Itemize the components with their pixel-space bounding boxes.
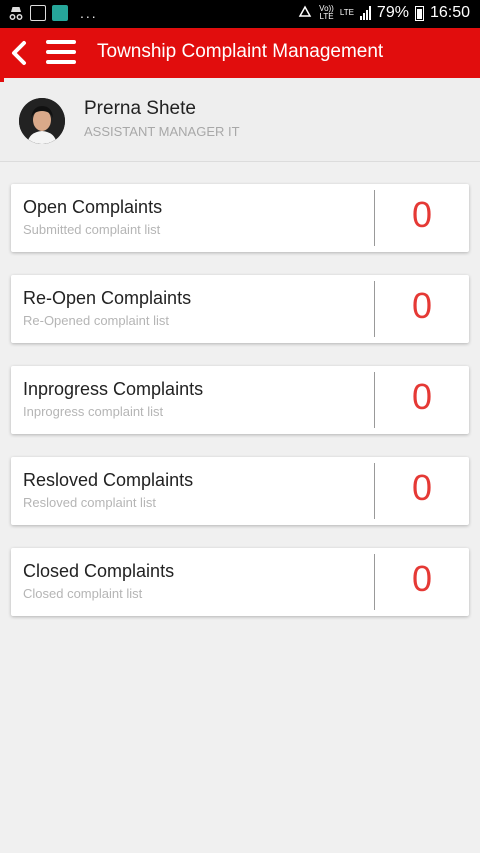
more-notifications-icon: ... [80, 5, 98, 21]
clock: 16:50 [429, 4, 470, 21]
incognito-icon [9, 7, 23, 20]
card-title: Re-Open Complaints [23, 288, 192, 308]
inprogress-complaints-card[interactable]: Inprogress Complaints Inprogress complai… [11, 366, 469, 434]
card-subtitle: Closed complaint list [23, 586, 143, 601]
battery-icon [414, 5, 424, 21]
user-name: Prerna Shete [84, 98, 196, 119]
card-title: Open Complaints [23, 197, 163, 217]
signal-icon [359, 6, 371, 20]
card-title: Closed Complaints [23, 561, 175, 581]
app-title: Township Complaint Management [97, 41, 384, 62]
complaint-count: 0 [411, 376, 433, 417]
app-notification-icon [30, 5, 46, 21]
complaint-count: 0 [411, 194, 433, 235]
avatar [19, 98, 65, 144]
resolved-complaints-card[interactable]: Resloved Complaints Resloved complaint l… [11, 457, 469, 525]
status-bar: ... Vo)) LTE LTE 79% 16:50 [0, 0, 480, 28]
card-title: Resloved Complaints [23, 470, 194, 490]
recycle-icon [298, 5, 312, 17]
closed-complaints-card[interactable]: Closed Complaints Closed complaint list … [11, 548, 469, 616]
user-role: ASSISTANT MANAGER IT [84, 124, 240, 139]
complaint-count: 0 [411, 467, 433, 508]
open-complaints-card[interactable]: Open Complaints Submitted complaint list… [11, 184, 469, 252]
card-subtitle: Inprogress complaint list [23, 404, 164, 419]
app-bar: Township Complaint Management [0, 28, 480, 78]
back-arrow-icon[interactable] [6, 37, 34, 69]
complaint-count: 0 [411, 558, 433, 599]
card-title: Inprogress Complaints [23, 379, 204, 399]
system-icons: Vo)) LTE LTE 79% 16:50 [297, 4, 470, 22]
complaint-count: 0 [411, 285, 433, 326]
card-subtitle: Resloved complaint list [23, 495, 156, 510]
lte-indicator: LTE [339, 8, 354, 17]
hamburger-menu-icon[interactable] [46, 40, 76, 66]
message-notification-icon [52, 5, 68, 21]
battery-percent: 79% [376, 4, 409, 21]
accent-mark [0, 78, 4, 82]
reopen-complaints-card[interactable]: Re-Open Complaints Re-Opened complaint l… [11, 275, 469, 343]
volte-indicator: Vo)) LTE [319, 4, 334, 21]
card-subtitle: Re-Opened complaint list [23, 313, 169, 328]
card-subtitle: Submitted complaint list [23, 222, 161, 237]
avatar-image [19, 98, 65, 144]
notification-icons: ... [8, 5, 98, 21]
user-profile-header: Prerna Shete ASSISTANT MANAGER IT [0, 78, 480, 162]
